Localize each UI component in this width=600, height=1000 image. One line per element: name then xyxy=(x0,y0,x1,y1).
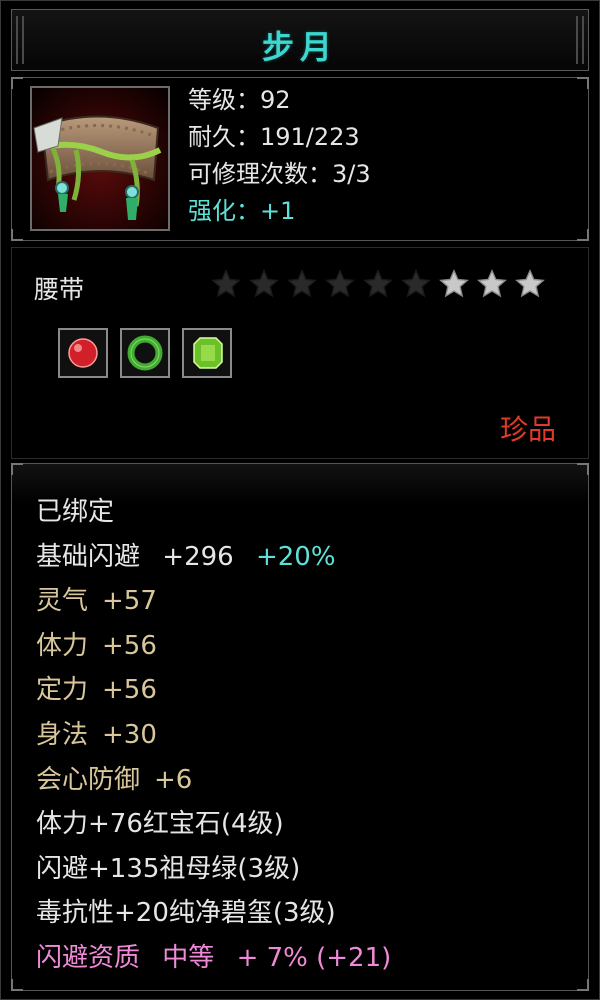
attr-line: 定力 +56 xyxy=(36,668,391,713)
star-inactive-icon xyxy=(287,269,317,298)
base-dodge-value: +296 xyxy=(162,541,234,572)
attr-line: 身法 +30 xyxy=(36,713,391,758)
attr-value: +57 xyxy=(102,586,157,617)
attr-line: 体力 +56 xyxy=(36,624,391,669)
base-dodge-bonus: +20% xyxy=(255,541,336,572)
star-inactive-icon xyxy=(325,269,355,298)
item-level: 等级：92 xyxy=(188,86,291,114)
belt-icon xyxy=(30,86,170,231)
attr-value: +6 xyxy=(154,764,193,795)
attr-value: +30 xyxy=(102,719,157,750)
attr-label: 会心防御 xyxy=(36,764,141,795)
quality-grade: 中等 xyxy=(162,942,215,973)
star-inactive-icon xyxy=(363,269,393,298)
item-type: 腰带 xyxy=(34,275,85,304)
quality-line: 闪避资质 中等 + 7% (+21) xyxy=(36,936,391,981)
attr-value: +56 xyxy=(102,675,157,706)
item-durability: 耐久：191/223 xyxy=(188,123,360,151)
rarity-label: 珍品 xyxy=(499,413,556,446)
bound-status: 已绑定 xyxy=(36,497,115,527)
stat-list: 已绑定 基础闪避 +296 +20% 灵气 +57 体力 +56 定力 +56 身法 +… xyxy=(36,490,391,981)
base-dodge-label: 基础闪避 xyxy=(36,541,141,572)
attr-value: +56 xyxy=(102,630,157,661)
gem-bonus-line: 毒抗性+20纯净碧玺(3级) xyxy=(36,898,336,929)
attr-label: 定力 xyxy=(36,675,89,706)
item-repairs: 可修理次数：3/3 xyxy=(188,160,371,188)
emerald-ring-gem-icon xyxy=(120,328,170,378)
star-inactive-icon xyxy=(211,269,241,298)
quality-value: + 7% (+21) xyxy=(236,942,392,973)
stats-panel: 已绑定 基础闪避 +296 +20% 灵气 +57 体力 +56 定力 +56 身法 +… xyxy=(11,463,589,991)
item-name: 步月 xyxy=(261,28,338,66)
star-active-icon xyxy=(515,269,545,298)
gem-bonus-line: 体力+76红宝石(4级) xyxy=(36,809,284,840)
star-rating xyxy=(210,268,546,300)
star-active-icon xyxy=(439,269,469,298)
star-active-icon xyxy=(477,269,507,298)
ruby-gem-icon xyxy=(58,328,108,378)
star-inactive-icon xyxy=(249,269,279,298)
quality-label: 闪避资质 xyxy=(36,942,141,973)
jade-square-gem-icon xyxy=(182,328,232,378)
item-info: 等级：92 耐久：191/223 可修理次数：3/3 强化：+1 xyxy=(188,82,371,230)
attr-label: 灵气 xyxy=(36,586,89,617)
attr-label: 体力 xyxy=(36,630,89,661)
attr-line: 灵气 +57 xyxy=(36,579,391,624)
item-tooltip: 步月 等级：92 耐久：191/223 可修理次数：3/3 强化：+1 腰带 珍… xyxy=(0,0,600,1000)
gem-bonus-line: 闪避+135祖母绿(3级) xyxy=(36,853,301,884)
item-type-panel: 腰带 珍品 xyxy=(11,247,589,459)
title-bar: 步月 xyxy=(11,9,589,71)
item-enhance: 强化：+1 xyxy=(188,197,296,225)
gem-sockets xyxy=(58,328,232,378)
base-dodge-line: 基础闪避 +296 +20% xyxy=(36,535,391,580)
attr-label: 身法 xyxy=(36,719,89,750)
item-header-panel: 等级：92 耐久：191/223 可修理次数：3/3 强化：+1 xyxy=(11,77,589,241)
attr-line: 会心防御 +6 xyxy=(36,758,391,803)
star-inactive-icon xyxy=(401,269,431,298)
